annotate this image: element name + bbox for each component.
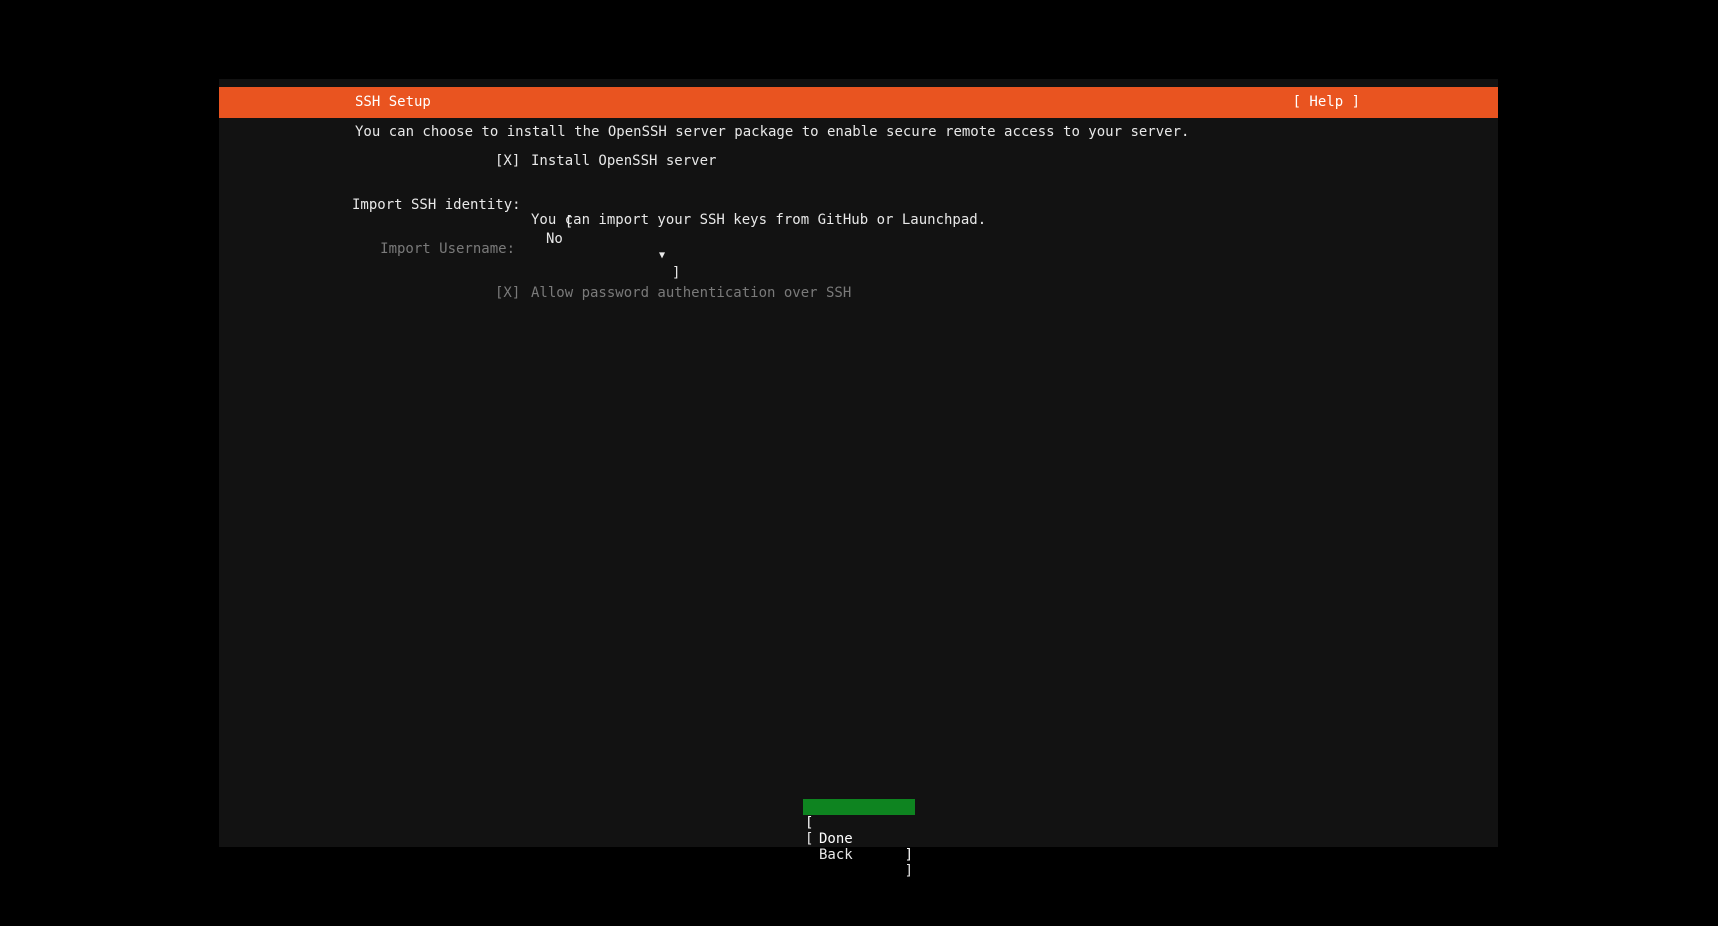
back-bracket-open: [ bbox=[805, 831, 814, 847]
install-openssh-label[interactable]: Install OpenSSH server bbox=[531, 153, 716, 170]
done-bracket-close: ] bbox=[904, 847, 913, 863]
back-button[interactable]: [ Back ] bbox=[803, 815, 915, 879]
dropdown-bracket-close: ] bbox=[672, 265, 681, 281]
allow-password-checkbox[interactable]: [X] bbox=[495, 285, 520, 302]
import-identity-help: You can import your SSH keys from GitHub… bbox=[531, 212, 987, 228]
description-text: You can choose to install the OpenSSH se… bbox=[355, 124, 1190, 140]
page-title: SSH Setup bbox=[355, 94, 431, 110]
installer-screen: SSH Setup [ Help ] You can choose to ins… bbox=[219, 79, 1498, 879]
install-openssh-checkbox[interactable]: [X] bbox=[495, 153, 520, 170]
import-identity-label: Import SSH identity: bbox=[352, 197, 521, 213]
back-label: Back bbox=[819, 847, 853, 863]
help-button[interactable]: [ Help ] bbox=[1293, 94, 1360, 111]
button-group: [ Done ] [ Back ] bbox=[803, 799, 915, 879]
back-bracket-close: ] bbox=[904, 863, 913, 879]
header-bar: SSH Setup [ Help ] bbox=[219, 87, 1498, 118]
import-username-field[interactable] bbox=[531, 241, 931, 258]
done-button[interactable]: [ Done ] bbox=[803, 799, 915, 863]
allow-password-label[interactable]: Allow password authentication over SSH bbox=[531, 285, 851, 302]
import-username-label: Import Username: bbox=[380, 241, 515, 257]
